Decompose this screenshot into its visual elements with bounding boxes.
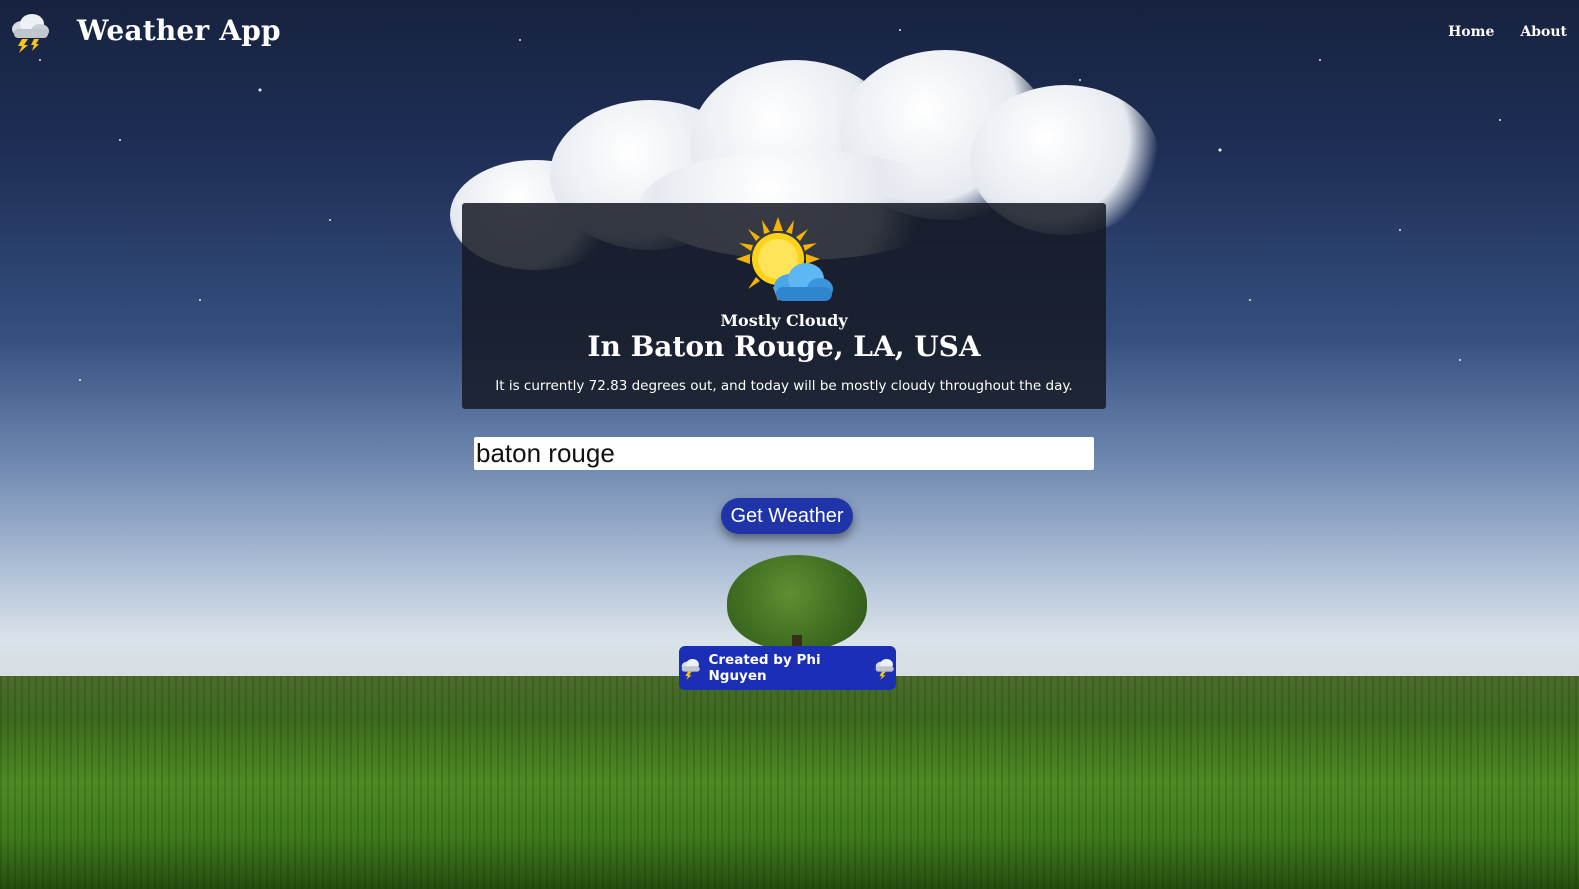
- weather-location: In Baton Rouge, LA, USA: [587, 330, 981, 363]
- thunderstorm-cloud-icon: [875, 658, 894, 680]
- thunderstorm-cloud-icon[interactable]: [8, 9, 52, 53]
- weather-result-card: Mostly Cloudy In Baton Rouge, LA, USA It…: [462, 203, 1106, 409]
- credit-text: Created by Phi Nguyen: [708, 652, 821, 684]
- weather-app-page: Weather App Home About Mostly Cloudy In …: [0, 0, 1579, 889]
- nav-about-link[interactable]: About: [1520, 24, 1567, 40]
- nav-home-link[interactable]: Home: [1448, 24, 1494, 40]
- partly-cloudy-sun-icon: [736, 217, 833, 301]
- get-weather-button[interactable]: Get Weather: [721, 498, 853, 534]
- app-title[interactable]: Weather App: [77, 14, 281, 47]
- weather-summary: It is currently 72.83 degrees out, and t…: [495, 378, 1073, 394]
- main-nav: Home About: [1448, 24, 1567, 40]
- grass-field-background: [0, 676, 1579, 889]
- weather-condition: Mostly Cloudy: [720, 311, 848, 330]
- city-search-input[interactable]: [474, 437, 1094, 470]
- top-navbar: Weather App Home About: [0, 0, 1579, 66]
- credit-badge: Created by Phi Nguyen: [679, 646, 896, 690]
- thunderstorm-cloud-icon: [681, 658, 700, 680]
